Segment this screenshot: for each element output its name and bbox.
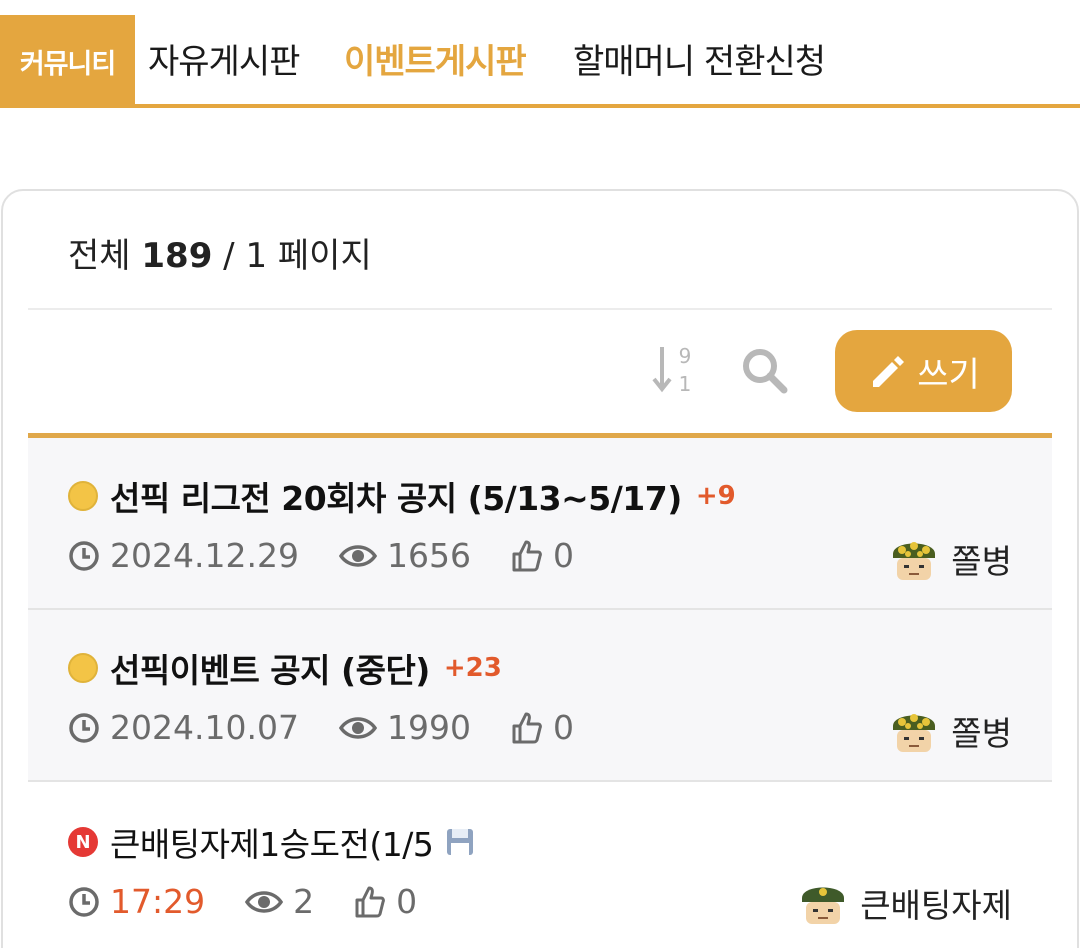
tab-conversion-request[interactable]: 할매머니 전환신청 <box>573 34 826 83</box>
summary-prefix: 전체 <box>68 236 131 276</box>
post-title-line[interactable]: 선픽 리그전 20회차 공지 (5/13~5/17) +9 <box>68 472 736 520</box>
community-badge[interactable]: 커뮤니티 <box>0 15 135 107</box>
pencil-icon <box>873 356 905 387</box>
clock-icon <box>69 540 99 571</box>
post-views-group: 1656 <box>338 536 471 575</box>
thumbs-up-icon <box>355 886 385 917</box>
post-title[interactable]: 선픽이벤트 공지 (중단) <box>110 644 430 692</box>
tab-event-board[interactable]: 이벤트게시판 <box>344 34 527 83</box>
post-meta: 2024.12.29 1656 0 <box>68 536 574 575</box>
post-date: 2024.10.07 <box>110 708 299 747</box>
author-name[interactable]: 쫄병 <box>951 535 1012 583</box>
post-likes: 0 <box>552 708 574 747</box>
post-views: 2 <box>293 882 315 921</box>
current-page: 1 <box>245 236 268 276</box>
sort-digit-bottom: 1 <box>679 372 692 395</box>
post-views-group: 1990 <box>338 708 471 747</box>
post-title-line[interactable]: 선픽이벤트 공지 (중단) +23 <box>68 644 502 692</box>
thumbs-up-icon <box>512 712 542 743</box>
comment-count: +23 <box>443 653 502 683</box>
page-separator: / <box>223 236 235 276</box>
post-author[interactable]: 쫄병 <box>887 532 1012 586</box>
post-author[interactable]: 쫄병 <box>887 704 1012 758</box>
floppy-disk-icon <box>447 829 474 855</box>
write-button[interactable]: 쓰기 <box>835 330 1012 412</box>
post-views: 1656 <box>386 536 471 575</box>
post-likes-group: 0 <box>354 882 417 921</box>
post-views-group: 2 <box>245 882 314 921</box>
thumbs-up-icon <box>512 540 542 571</box>
list-item[interactable]: 선픽 리그전 20회차 공지 (5/13~5/17) +9 2024.12.29… <box>28 438 1052 610</box>
comment-count: +9 <box>695 481 736 511</box>
list-item[interactable]: 선픽이벤트 공지 (중단) +23 2024.10.07 1990 0 쫄병 <box>28 610 1052 782</box>
sort-icon[interactable]: 9 1 <box>648 343 698 395</box>
sort-digit-top: 9 <box>679 344 692 368</box>
summary-divider <box>28 308 1052 310</box>
avatar <box>802 887 845 924</box>
tab-free-board[interactable]: 자유게시판 <box>148 34 300 83</box>
post-meta: 17:29 2 0 <box>68 882 417 921</box>
post-date-group: 2024.12.29 <box>68 536 299 575</box>
post-likes: 0 <box>552 536 574 575</box>
eye-icon <box>245 890 284 913</box>
post-date: 2024.12.29 <box>110 536 299 575</box>
list-item[interactable]: N 큰배팅자제1승도전(1/5 17:29 2 0 큰배팅자제 <box>28 782 1052 948</box>
post-likes-group: 0 <box>511 708 574 747</box>
clock-icon <box>69 712 99 743</box>
author-name[interactable]: 큰배팅자제 <box>860 879 1012 927</box>
post-meta: 2024.10.07 1990 0 <box>68 708 574 747</box>
page-suffix: 페이지 <box>277 236 372 276</box>
avatar <box>893 542 936 580</box>
post-author[interactable]: 큰배팅자제 <box>796 876 1012 930</box>
top-nav: 커뮤니티 자유게시판 이벤트게시판 할매머니 전환신청 <box>0 0 1080 110</box>
eye-icon <box>338 716 377 739</box>
post-views: 1990 <box>386 708 471 747</box>
post-likes: 0 <box>396 882 418 921</box>
post-title[interactable]: 큰배팅자제1승도전(1/5 <box>110 818 434 866</box>
notice-dot-icon <box>68 481 98 511</box>
total-count: 189 <box>141 236 213 276</box>
post-date-group: 2024.10.07 <box>68 708 299 747</box>
board-summary: 전체 189 / 1 페이지 <box>68 228 372 277</box>
author-name[interactable]: 쫄병 <box>951 707 1012 755</box>
write-label: 쓰기 <box>917 354 980 395</box>
nav-underline <box>0 104 1080 108</box>
search-icon[interactable] <box>740 346 788 394</box>
post-title-line[interactable]: N 큰배팅자제1승도전(1/5 <box>68 818 475 866</box>
avatar <box>893 714 936 752</box>
post-likes-group: 0 <box>511 536 574 575</box>
clock-icon <box>69 886 99 917</box>
post-date-group: 17:29 <box>68 882 205 921</box>
eye-icon <box>338 544 377 567</box>
post-title[interactable]: 선픽 리그전 20회차 공지 (5/13~5/17) <box>110 472 682 520</box>
notice-dot-icon <box>68 653 98 683</box>
post-time: 17:29 <box>110 882 206 921</box>
new-badge-icon: N <box>68 827 98 857</box>
